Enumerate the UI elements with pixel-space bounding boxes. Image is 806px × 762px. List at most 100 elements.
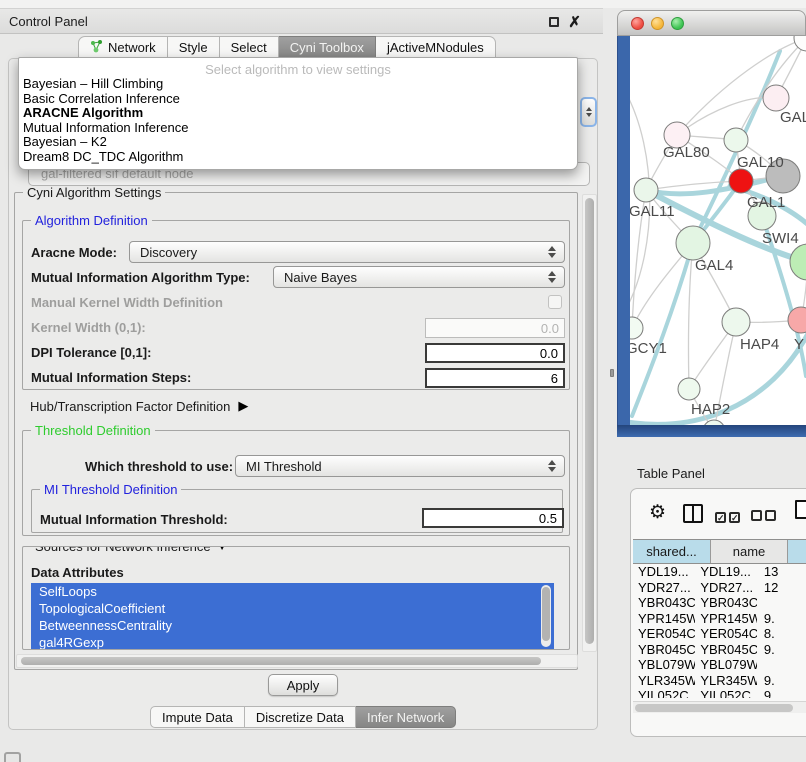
table-row[interactable]: YDL19...YDL19...13 (633, 564, 806, 580)
settings-horizontal-scrollbar[interactable] (16, 654, 578, 668)
network-window-titlebar[interactable] (617, 10, 806, 36)
partial-bottom-button[interactable] (4, 752, 21, 762)
network-node-hap4[interactable] (722, 308, 750, 336)
network-canvas[interactable]: GAL7GAL80GAL10GAL1GAL11SWI4GAL4GCY1HAP4Y… (630, 36, 806, 425)
tab-infer-network[interactable]: Infer Network (356, 706, 456, 728)
zoom-traffic-light-icon[interactable] (671, 17, 684, 30)
threshold-definition-group: Threshold Definition Which threshold to … (22, 430, 570, 536)
mi-threshold-label: Mutual Information Threshold: (40, 512, 228, 527)
table-panel-title: Table Panel (637, 466, 705, 481)
gear-icon[interactable]: ⚙ (649, 501, 666, 524)
kernel-width-field[interactable] (425, 318, 565, 338)
columns-icon[interactable] (683, 504, 703, 523)
settings-vertical-scrollbar[interactable] (582, 194, 597, 652)
checked-checkboxes-icon[interactable]: ✓✓ (715, 509, 743, 524)
apply-button[interactable]: Apply (268, 674, 338, 696)
table-row[interactable]: YDR27...YDR27...12 (633, 580, 806, 596)
manual-kernel-checkbox[interactable] (548, 295, 562, 309)
table-row[interactable]: YIL052CYIL052C9. (633, 688, 806, 698)
table-header: shared...nameA (633, 539, 806, 564)
algorithm-option-aracne-algorithm[interactable]: ARACNE Algorithm (19, 106, 577, 121)
tab-label: Discretize Data (256, 710, 344, 725)
screen: Control Panel ✗ Network Style Select Cyni T… (0, 0, 806, 762)
scrollbar-thumb[interactable] (542, 587, 550, 641)
tab-impute-data[interactable]: Impute Data (150, 706, 245, 728)
table-row[interactable]: YBL079WYBL079W (633, 657, 806, 673)
sources-group-title-row[interactable]: Sources for Network Inference ▼ (31, 546, 231, 554)
tab-cyni-toolbox[interactable]: Cyni Toolbox (279, 36, 376, 59)
which-threshold-combobox[interactable]: MI Threshold (235, 455, 565, 477)
tab-label: Style (179, 40, 208, 55)
unchecked-checkboxes-icon[interactable] (751, 509, 779, 524)
combo-arrows-icon (548, 246, 556, 258)
attribute-item-topologicalcoefficient[interactable]: TopologicalCoefficient (31, 600, 554, 617)
mi-type-value: Naive Bayes (284, 270, 357, 285)
close-icon[interactable]: ✗ (568, 13, 581, 31)
scrollbar-thumb[interactable] (585, 198, 594, 644)
table-row[interactable]: YER054CYER054C8. (633, 626, 806, 642)
document-icon[interactable] (795, 500, 806, 519)
attribute-item-gal4rgexp[interactable]: gal4RGexp (31, 634, 554, 649)
attribute-item-selfloops[interactable]: SelfLoops (31, 583, 554, 600)
mi-type-combobox[interactable]: Naive Bayes (273, 266, 565, 288)
scrollbar-thumb[interactable] (21, 657, 541, 665)
attribute-item-betweennesscentrality[interactable]: BetweennessCentrality (31, 617, 554, 634)
table-row[interactable]: YBR043CYBR043C (633, 595, 806, 611)
tab-discretize-data[interactable]: Discretize Data (245, 706, 356, 728)
network-node-gal4[interactable] (676, 226, 710, 260)
mi-steps-field[interactable] (425, 368, 565, 388)
network-node-gal1[interactable] (729, 169, 753, 193)
tab-label: Cyni Toolbox (290, 40, 364, 55)
network-node-gal10[interactable] (724, 128, 748, 152)
data-attributes-list[interactable]: SelfLoopsTopologicalCoefficientBetweenne… (31, 583, 554, 649)
bottom-tabs: Impute Data Discretize Data Infer Network (150, 706, 456, 728)
table-cell: YLR345W (695, 673, 757, 689)
float-window-icon[interactable] (549, 17, 559, 27)
mi-threshold-field[interactable] (422, 508, 564, 528)
table-cell: 9. (757, 611, 806, 627)
algorithm-option-dream8-dc-tdc-algorithm[interactable]: Dream8 DC_TDC Algorithm (19, 150, 577, 165)
table-row[interactable]: YBR045CYBR045C9. (633, 642, 806, 658)
algorithm-option-bayesian-k2[interactable]: Bayesian – K2 (19, 135, 577, 150)
close-traffic-light-icon[interactable] (631, 17, 644, 30)
table-cell: 12 (757, 580, 806, 596)
network-node-gal7[interactable] (763, 85, 789, 111)
panel-splitter-grip[interactable] (610, 369, 614, 377)
algorithm-option-bayesian-hill-climbing[interactable]: Bayesian – Hill Climbing (19, 77, 577, 92)
scrollbar-thumb[interactable] (635, 704, 793, 712)
tab-jactivemnodules[interactable]: jActiveMNodules (376, 36, 496, 59)
table-row[interactable]: YPR145WYPR145W9. (633, 611, 806, 627)
aracne-mode-combobox[interactable]: Discovery (129, 241, 565, 263)
table-cell: YER054C (695, 626, 757, 642)
network-node[interactable] (703, 420, 725, 425)
table-toolbar: ⚙ ✓✓ (631, 489, 806, 537)
table-cell: YDL19... (633, 564, 695, 580)
tab-style[interactable]: Style (168, 36, 220, 59)
which-threshold-label: Which threshold to use: (85, 459, 233, 474)
network-node-gal11[interactable] (634, 178, 658, 202)
algorithm-option-mutual-information-inference[interactable]: Mutual Information Inference (19, 121, 577, 136)
node-label: GCY1 (630, 340, 667, 357)
attributes-list-scrollbar[interactable] (541, 585, 551, 647)
dpi-tolerance-field[interactable] (425, 343, 565, 363)
column-header-shared[interactable]: shared... (633, 540, 711, 563)
table-cell: YLR345W (633, 673, 695, 689)
column-header-a[interactable]: A (788, 540, 806, 563)
network-node-hap2[interactable] (678, 378, 700, 400)
node-label: GAL1 (747, 194, 785, 211)
network-node-gcy1[interactable] (630, 317, 643, 339)
control-panel-title: Control Panel (9, 14, 88, 29)
table-horizontal-scrollbar[interactable] (633, 701, 806, 713)
algorithm-option-basic-correlation-inference[interactable]: Basic Correlation Inference (19, 92, 577, 107)
tab-select[interactable]: Select (220, 36, 279, 59)
table-row[interactable]: YLR345WYLR345W9. (633, 673, 806, 689)
hub-tf-definition-toggle[interactable]: Hub/Transcription Factor Definition ▶ (30, 398, 248, 414)
combobox-spinner[interactable] (580, 97, 597, 127)
minimize-traffic-light-icon[interactable] (651, 17, 664, 30)
algorithm-definition-title: Algorithm Definition (31, 213, 152, 228)
network-node[interactable] (790, 244, 806, 280)
column-header-name[interactable]: name (711, 540, 788, 563)
table-cell: YBR045C (695, 642, 757, 658)
network-graph[interactable]: GAL7GAL80GAL10GAL1GAL11SWI4GAL4GCY1HAP4Y… (630, 36, 806, 425)
tab-network[interactable]: Network (78, 36, 168, 59)
